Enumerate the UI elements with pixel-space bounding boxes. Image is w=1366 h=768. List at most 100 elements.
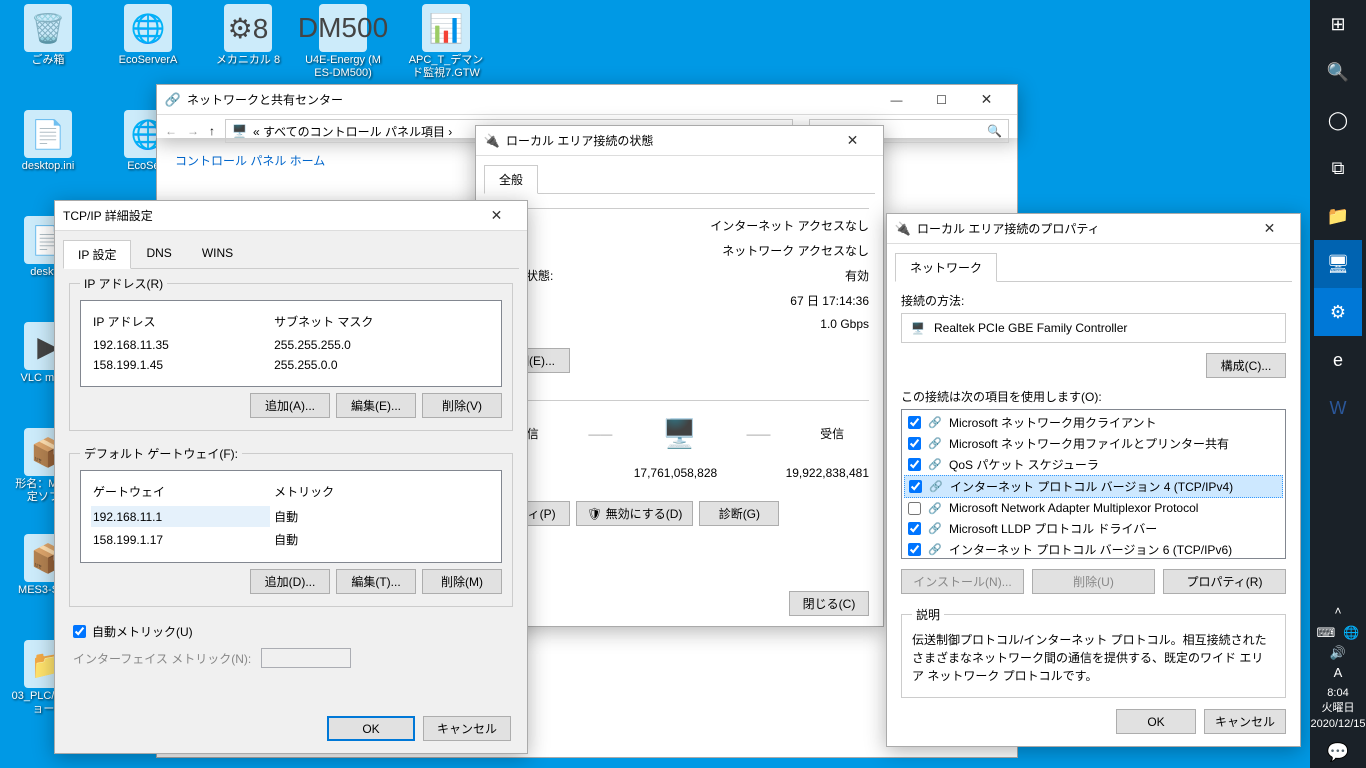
search-icon[interactable]: 🔍: [1314, 48, 1362, 96]
gateway-row[interactable]: 192.168.11.1自動: [91, 506, 491, 527]
icon-glyph: ⚙8: [224, 4, 272, 52]
component-item[interactable]: 🔗インターネット プロトコル バージョン 4 (TCP/IPv4): [904, 475, 1283, 498]
component-item[interactable]: 🔗Microsoft LLDP プロトコル ドライバー: [904, 518, 1283, 539]
network-icon: 🔗: [165, 92, 181, 108]
component-item[interactable]: 🔗Microsoft Network Adapter Multiplexor P…: [904, 498, 1283, 518]
ip-row[interactable]: 158.199.1.45255.255.0.0: [91, 356, 491, 374]
desktop-icon[interactable]: 🗑️ごみ箱: [10, 4, 86, 67]
clock[interactable]: 8:04 火曜日 2020/12/15: [1310, 682, 1365, 736]
cortana-icon[interactable]: ◯: [1314, 96, 1362, 144]
lang-icon[interactable]: A: [1334, 665, 1343, 680]
component-checkbox[interactable]: [908, 458, 921, 471]
tab-general[interactable]: 全般: [484, 165, 538, 194]
ime-icon[interactable]: ⌨: [1317, 625, 1336, 641]
sent-bytes: 17,761,058,828: [634, 466, 717, 483]
task-view-icon[interactable]: ⧉: [1314, 144, 1362, 192]
component-item[interactable]: 🔗Microsoft ネットワーク用ファイルとプリンター共有: [904, 433, 1283, 454]
component-item[interactable]: 🔗インターネット プロトコル バージョン 6 (TCP/IPv6): [904, 539, 1283, 559]
add-gateway-button[interactable]: 追加(D)...: [250, 569, 330, 594]
adapter-icon: 🖥️: [910, 320, 926, 336]
component-checkbox[interactable]: [908, 437, 921, 450]
component-item[interactable]: 🔗QoS パケット スケジューラ: [904, 454, 1283, 475]
volume-icon[interactable]: 🔊: [1330, 645, 1346, 661]
properties-button[interactable]: プロパティ(R): [1163, 569, 1286, 594]
window-title: ローカル エリア接続のプロパティ: [917, 220, 1247, 237]
desktop-icon[interactable]: ⚙8 メカニカル 8: [210, 4, 286, 67]
icon-label: EcoServerA: [110, 54, 186, 67]
components-list[interactable]: 🔗Microsoft ネットワーク用クライアント🔗Microsoft ネットワー…: [901, 409, 1286, 559]
icon-glyph: DM500: [319, 4, 367, 52]
description-label: 説明: [912, 606, 944, 623]
close-button[interactable]: ✕: [964, 85, 1009, 114]
close-button[interactable]: 閉じる(C): [789, 591, 869, 616]
cancel-button[interactable]: キャンセル: [1204, 709, 1286, 734]
speed-value: 1.0 Gbps: [820, 317, 869, 334]
cancel-button[interactable]: キャンセル: [423, 716, 511, 741]
tab-wins[interactable]: WINS: [187, 240, 248, 269]
explorer-icon[interactable]: 📁: [1314, 192, 1362, 240]
component-item[interactable]: 🔗Microsoft ネットワーク用クライアント: [904, 412, 1283, 433]
close-button[interactable]: ✕: [1247, 214, 1292, 243]
ok-button[interactable]: OK: [327, 716, 415, 741]
component-checkbox[interactable]: [908, 543, 921, 556]
component-checkbox[interactable]: [908, 522, 921, 535]
tab-network[interactable]: ネットワーク: [895, 253, 997, 282]
icon-label: メカニカル 8: [210, 54, 286, 67]
diagnose-button[interactable]: 診断(G): [699, 501, 779, 526]
disable-button[interactable]: 🛡 無効にする(D): [576, 501, 693, 526]
component-icon: 🔗: [927, 436, 943, 452]
uninstall-button[interactable]: 削除(U): [1032, 569, 1155, 594]
tab-ip-settings[interactable]: IP 設定: [63, 240, 131, 269]
ok-button[interactable]: OK: [1116, 709, 1196, 734]
forward-button[interactable]: →: [187, 124, 199, 138]
ipv4-value: インターネット アクセスなし: [710, 217, 869, 234]
tcpip-advanced-settings-window: TCP/IP 詳細設定 ✕ IP 設定 DNS WINS IP アドレス(R) …: [54, 200, 528, 754]
gateway-row[interactable]: 158.199.1.17自動: [91, 529, 491, 550]
auto-metric-checkbox[interactable]: 自動メトリック(U): [73, 623, 509, 640]
ip-row[interactable]: 192.168.11.35255.255.255.0: [91, 336, 491, 354]
remove-ip-button[interactable]: 削除(V): [422, 393, 502, 418]
edit-ip-button[interactable]: 編集(E)...: [336, 393, 416, 418]
local-area-connection-properties-window: 🔌 ローカル エリア接続のプロパティ ✕ ネットワーク 接続の方法: 🖥️ Re…: [886, 213, 1301, 747]
configure-button[interactable]: 構成(C)...: [1206, 353, 1286, 378]
app-icon[interactable]: 🖥: [1314, 240, 1362, 288]
window-title: ローカル エリア接続の状態: [506, 132, 830, 149]
desktop-icon[interactable]: 📊APC_T_デマンド監視7.GTW: [408, 4, 484, 80]
description-text: 伝送制御プロトコル/インターネット プロトコル。相互接続されたさまざまなネットワ…: [912, 631, 1275, 685]
remove-gateway-button[interactable]: 削除(M): [422, 569, 502, 594]
component-label: インターネット プロトコル バージョン 4 (TCP/IPv4): [950, 478, 1233, 495]
tray-up-icon[interactable]: ˄: [1314, 599, 1362, 623]
desktop-icon[interactable]: 📄desktop.ini: [10, 110, 86, 173]
edit-gateway-button[interactable]: 編集(T)...: [336, 569, 416, 594]
app-icon[interactable]: ⚙: [1314, 288, 1362, 336]
component-icon: 🔗: [927, 500, 943, 516]
component-checkbox[interactable]: [909, 480, 922, 493]
component-label: インターネット プロトコル バージョン 6 (TCP/IPv6): [949, 541, 1232, 558]
adapter-name: Realtek PCIe GBE Family Controller: [934, 321, 1127, 335]
uses-label: この接続は次の項目を使用します(O):: [901, 388, 1286, 405]
activity-header: 況: [490, 383, 869, 401]
maximize-button[interactable]: ☐: [919, 85, 964, 114]
action-center-icon[interactable]: 💬: [1314, 736, 1362, 768]
minimize-button[interactable]: —: [874, 85, 919, 114]
up-button[interactable]: ↑: [209, 124, 215, 138]
tab-dns[interactable]: DNS: [131, 240, 186, 269]
network-tray-icon[interactable]: 🌐: [1343, 625, 1359, 641]
add-ip-button[interactable]: 追加(A)...: [250, 393, 330, 418]
search-icon: 🔍: [987, 124, 1002, 138]
component-checkbox[interactable]: [908, 416, 921, 429]
gateway-column: ゲートウェイ: [91, 479, 270, 504]
close-button[interactable]: ✕: [474, 201, 519, 230]
start-button[interactable]: ⊞: [1314, 0, 1362, 48]
icon-glyph: 📄: [24, 110, 72, 158]
ipv6-value: ネットワーク アクセスなし: [722, 242, 869, 259]
ie-icon[interactable]: e: [1314, 336, 1362, 384]
close-button[interactable]: ✕: [830, 126, 875, 155]
desktop-icon[interactable]: DM500U4E-Energy (MES-DM500): [305, 4, 381, 80]
component-checkbox[interactable]: [908, 502, 921, 515]
desktop-icon[interactable]: 🌐EcoServerA: [110, 4, 186, 67]
connect-using-label: 接続の方法:: [901, 292, 1286, 309]
word-icon[interactable]: W: [1314, 384, 1362, 432]
install-button[interactable]: インストール(N)...: [901, 569, 1024, 594]
back-button[interactable]: ←: [165, 124, 177, 138]
